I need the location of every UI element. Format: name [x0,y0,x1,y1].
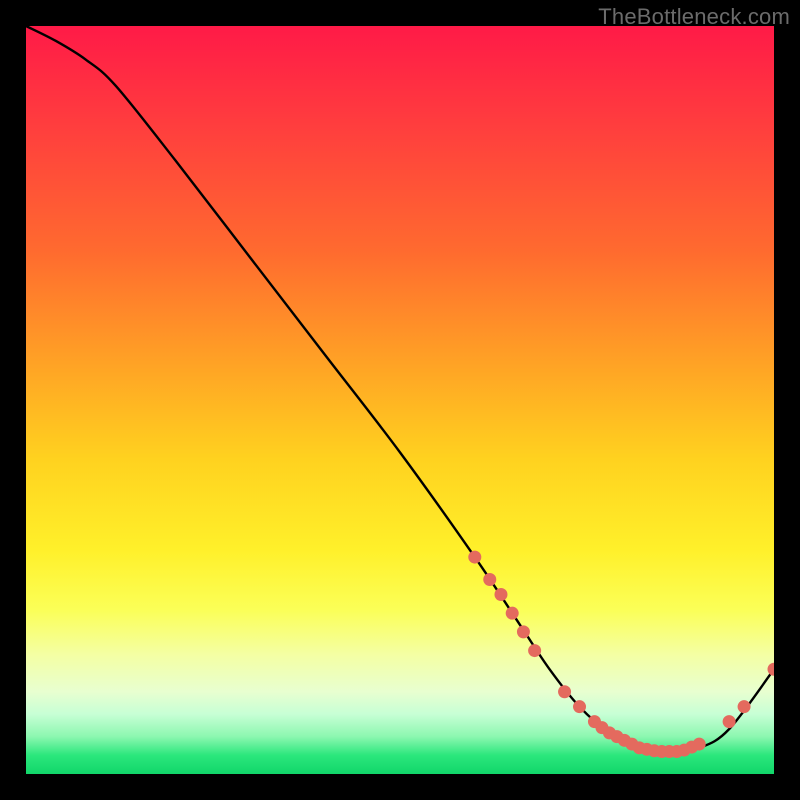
plot-area [26,26,774,774]
curve-markers [468,551,774,758]
curve-marker [558,685,571,698]
curve-marker [483,573,496,586]
curve-marker [723,715,736,728]
curve-marker [573,700,586,713]
curve-marker [528,644,541,657]
curve-marker [517,625,530,638]
curve-marker [693,738,706,751]
curve-marker [468,551,481,564]
curve-marker [768,663,775,676]
curve-marker [738,700,751,713]
curve-marker [494,588,507,601]
curve-svg [26,26,774,774]
bottleneck-curve [26,26,774,752]
chart-frame: TheBottleneck.com [0,0,800,800]
curve-marker [506,607,519,620]
